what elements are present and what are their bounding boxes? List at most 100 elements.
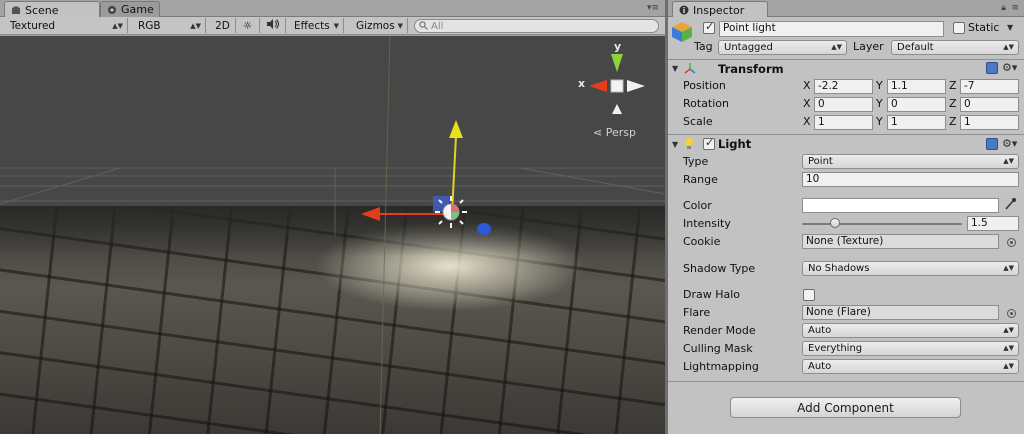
scale-y-field[interactable]: 1: [887, 115, 946, 130]
help-icon[interactable]: [986, 138, 998, 150]
add-component-button[interactable]: Add Component: [730, 397, 961, 418]
tab-scene[interactable]: Scene: [4, 1, 100, 18]
transform-divider: [668, 134, 1024, 135]
search-icon: [419, 21, 428, 30]
scene-overlay: [0, 36, 665, 434]
gear-icon[interactable]: ⚙▾: [1002, 138, 1017, 150]
foldout-arrow-icon[interactable]: ▼: [672, 140, 678, 149]
toggle-2d-button[interactable]: 2D: [210, 18, 236, 33]
speaker-icon: [266, 19, 280, 32]
scene-search-input[interactable]: All: [414, 19, 659, 33]
render-mode-dropdown[interactable]: Auto ▲▼: [802, 323, 1019, 338]
light-type-label: Type: [683, 155, 709, 168]
tag-dropdown[interactable]: Untagged ▲▼: [718, 40, 847, 55]
light-divider: [668, 381, 1024, 382]
lock-icon[interactable]: 🔒︎: [1001, 3, 1006, 13]
position-y-field[interactable]: 1.1: [887, 79, 946, 94]
light-type-dropdown[interactable]: Point ▲▼: [802, 154, 1019, 169]
rotation-z-field[interactable]: 0: [960, 97, 1019, 112]
static-dropdown-arrow-icon[interactable]: ▼: [1007, 23, 1013, 32]
inspector-tab-bar: Inspector 🔒︎ ≡: [668, 0, 1024, 18]
object-name-field[interactable]: Point light: [719, 21, 944, 37]
scale-z-label: Z: [949, 115, 957, 128]
updown-arrows-icon: ▲▼: [1003, 362, 1014, 370]
tab-inspector-label: Inspector: [693, 3, 745, 17]
gear-icon[interactable]: ⚙▾: [1002, 62, 1017, 74]
lightbulb-icon: [683, 137, 695, 154]
inspector-panel: Point light Static ▼ Tag Untagged ▲▼ Lay…: [668, 17, 1024, 434]
panel-menu-icon[interactable]: ▾≡: [647, 3, 659, 13]
scene-audio-button[interactable]: [260, 18, 286, 33]
color-swatch[interactable]: [802, 198, 999, 213]
scene-toolbar: Textured ▲▼ RGB ▲▼ 2D ☼ Effects ▼ Gizmos…: [0, 17, 665, 35]
help-icon[interactable]: [986, 62, 998, 74]
static-label: Static: [968, 21, 1000, 34]
gizmos-label: Gizmos: [356, 19, 395, 32]
tab-inspector[interactable]: Inspector: [672, 1, 768, 18]
scene-icon: [11, 5, 21, 15]
flare-label: Flare: [683, 306, 711, 319]
lightmapping-label: Lightmapping: [683, 360, 759, 373]
scene-lighting-button[interactable]: ☼: [236, 18, 260, 33]
scale-z-field[interactable]: 1: [960, 115, 1019, 130]
scale-x-field[interactable]: 1: [814, 115, 873, 130]
range-field[interactable]: 10: [802, 172, 1019, 187]
layer-label: Layer: [853, 40, 884, 53]
flare-field[interactable]: None (Flare): [802, 305, 999, 320]
render-mode-dropdown[interactable]: RGB ▲▼: [132, 18, 206, 33]
x-axis-handle[interactable]: [361, 207, 380, 221]
light-gizmo[interactable]: [361, 120, 491, 235]
updown-arrows-icon: ▲▼: [1003, 157, 1014, 165]
search-placeholder: All: [431, 20, 444, 32]
updown-arrows-icon: ▲▼: [1003, 43, 1014, 51]
light-title: Light: [718, 137, 752, 151]
scene-tab-bar: Scene Game ▾≡: [0, 0, 665, 18]
gizmos-dropdown[interactable]: Gizmos ▼: [350, 18, 408, 33]
cookie-field[interactable]: None (Texture): [802, 234, 999, 249]
intensity-slider-knob[interactable]: [830, 218, 840, 228]
tab-game[interactable]: Game: [100, 1, 160, 17]
position-x-field[interactable]: -2.2: [814, 79, 873, 94]
scene-viewport[interactable]: y x ⋖ Persp: [0, 36, 665, 434]
tab-game-label: Game: [121, 3, 154, 16]
draw-mode-dropdown[interactable]: Textured ▲▼: [4, 18, 128, 33]
foldout-arrow-icon[interactable]: ▼: [672, 64, 678, 73]
panel-menu-icon[interactable]: ≡: [1011, 3, 1019, 13]
projection-toggle[interactable]: ⋖ Persp: [593, 126, 636, 139]
light-enabled-checkbox[interactable]: [703, 136, 715, 150]
layer-dropdown[interactable]: Default ▲▼: [891, 40, 1019, 55]
rotation-x-label: X: [803, 97, 811, 110]
rotation-z-label: Z: [949, 97, 957, 110]
draw-halo-checkbox[interactable]: [803, 289, 815, 301]
static-checkbox[interactable]: [953, 22, 965, 34]
culling-mask-value: Everything: [808, 343, 863, 354]
eyedropper-icon[interactable]: [1004, 197, 1017, 214]
add-component-label: Add Component: [797, 400, 894, 415]
intensity-field[interactable]: 1.5: [967, 216, 1019, 231]
updown-arrows-icon: ▲▼: [190, 21, 201, 30]
effects-dropdown[interactable]: Effects ▼: [288, 18, 344, 33]
gameobject-icon: [671, 21, 693, 43]
rotation-y-field[interactable]: 0: [887, 97, 946, 112]
rotation-y-label: Y: [876, 97, 883, 110]
y-axis-handle[interactable]: [449, 120, 463, 138]
rotation-x-field[interactable]: 0: [814, 97, 873, 112]
z-axis-handle[interactable]: [477, 223, 491, 235]
draw-mode-value: Textured: [10, 19, 56, 32]
updown-arrows-icon: ▲▼: [831, 43, 842, 51]
gizmo-y-label: y: [614, 40, 622, 53]
updown-arrows-icon: ▲▼: [1003, 326, 1014, 334]
draw-halo-label: Draw Halo: [683, 288, 741, 301]
orientation-gizmo[interactable]: [589, 54, 645, 114]
object-picker-icon[interactable]: [1007, 238, 1016, 247]
position-z-field[interactable]: -7: [960, 79, 1019, 94]
shadow-type-dropdown[interactable]: No Shadows ▲▼: [802, 261, 1019, 276]
persp-icon: ⋖: [593, 126, 603, 139]
lightmapping-dropdown[interactable]: Auto ▲▼: [802, 359, 1019, 374]
intensity-slider[interactable]: [802, 217, 962, 231]
culling-mask-dropdown[interactable]: Everything ▲▼: [802, 341, 1019, 356]
active-checkbox[interactable]: [703, 20, 715, 34]
intensity-slider-track: [802, 223, 962, 225]
tab-scene-label: Scene: [25, 3, 59, 17]
object-picker-icon[interactable]: [1007, 309, 1016, 318]
